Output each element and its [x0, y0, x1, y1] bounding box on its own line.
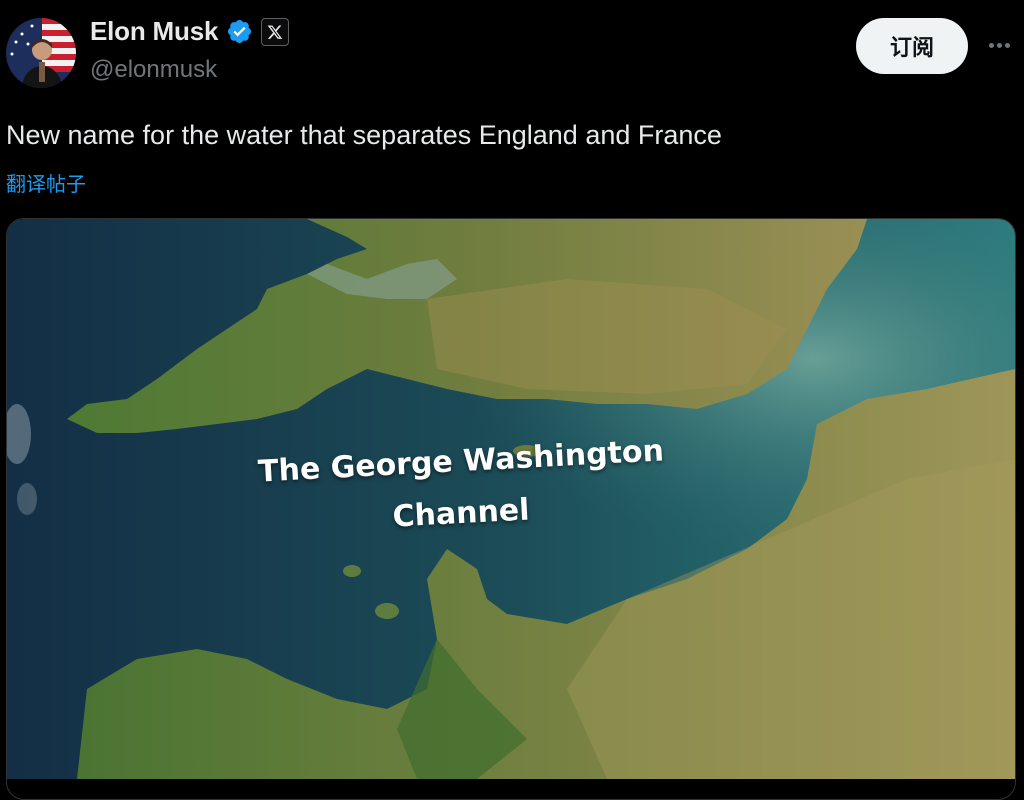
avatar-image: [6, 18, 76, 88]
author-handle[interactable]: @elonmusk: [90, 56, 217, 84]
tweet-media-image[interactable]: The George Washington Channel: [6, 218, 1016, 800]
tweet-post: Elon Musk @elonmusk 订阅 New name for the …: [0, 0, 1024, 800]
avatar[interactable]: [6, 18, 76, 88]
x-logo-icon[interactable]: [261, 17, 290, 46]
more-options-icon[interactable]: [986, 28, 1012, 62]
verified-badge-icon[interactable]: [226, 18, 253, 45]
subscribe-button[interactable]: 订阅: [856, 18, 968, 74]
tweet-text: New name for the water that separates En…: [6, 120, 722, 150]
translate-post-link[interactable]: 翻译帖子: [6, 168, 86, 197]
author-display-name[interactable]: Elon Musk: [90, 16, 218, 47]
author-name-row: Elon Musk: [90, 16, 290, 47]
